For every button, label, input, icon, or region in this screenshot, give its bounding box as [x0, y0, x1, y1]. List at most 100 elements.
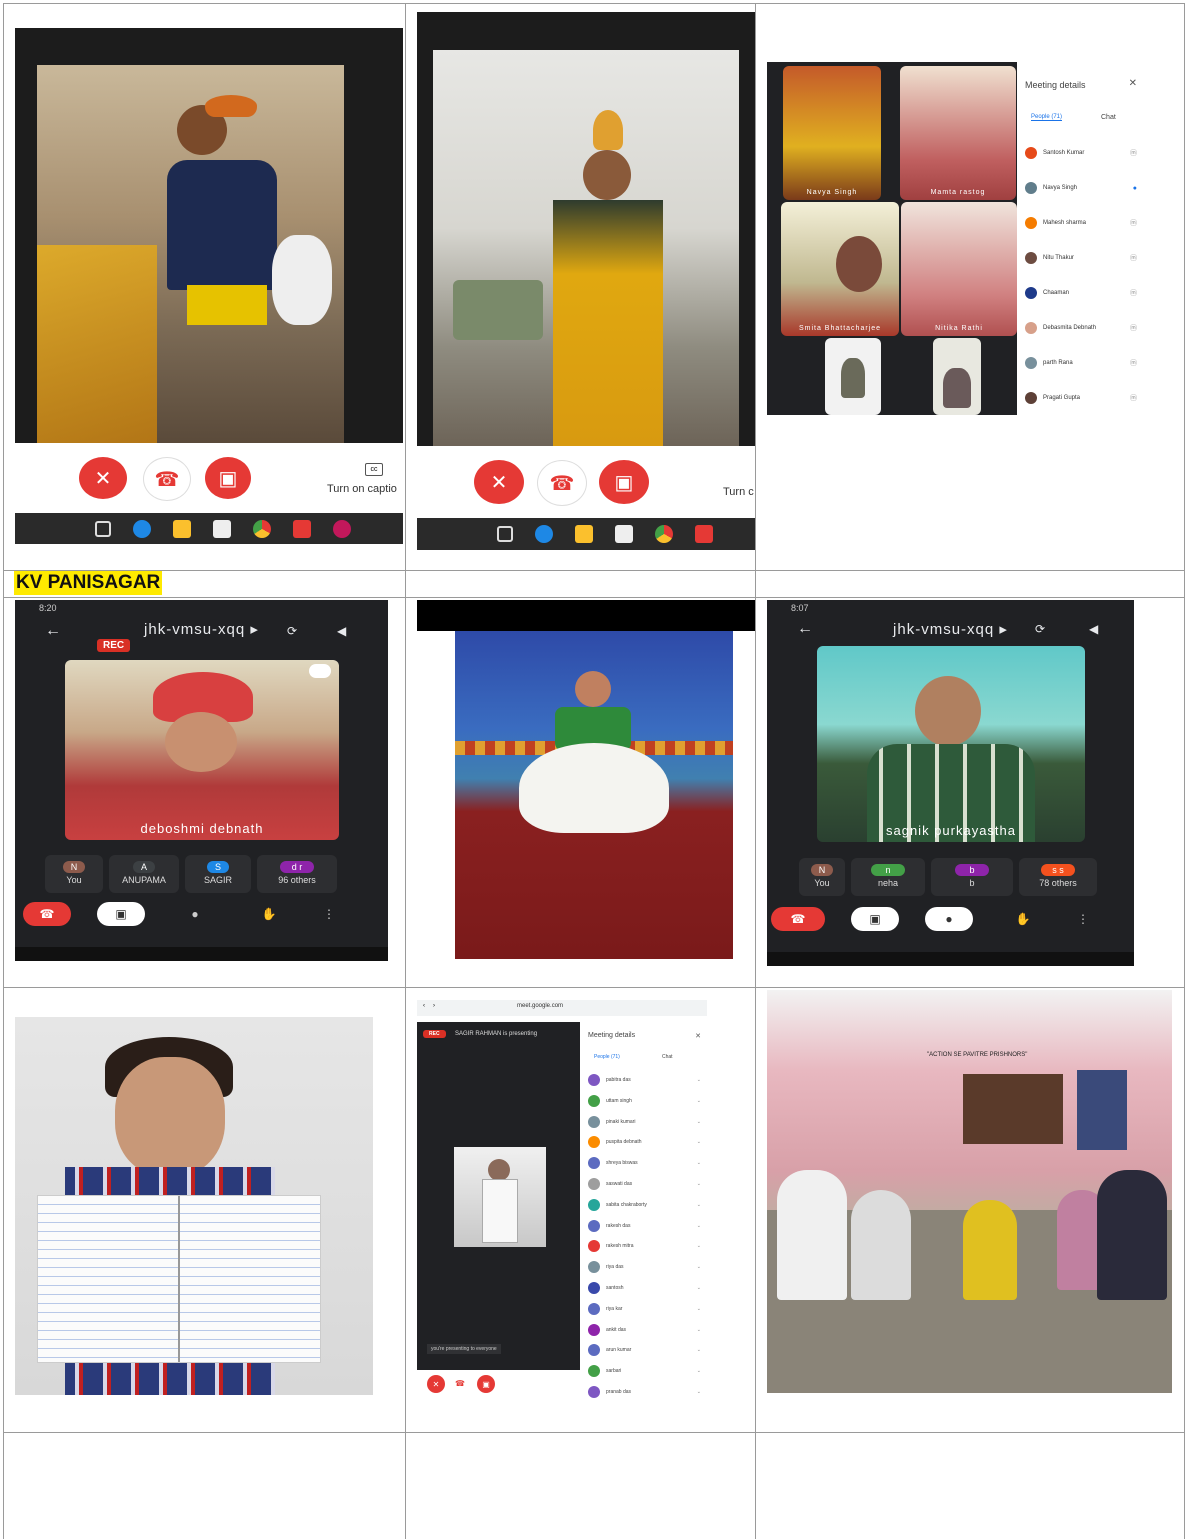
speaker-icon[interactable]: ◀: [1089, 622, 1098, 636]
participant-card[interactable]: N You: [45, 855, 103, 893]
camera-off-button[interactable]: ▣: [599, 460, 649, 504]
chevron-down-icon[interactable]: ⌄: [697, 1347, 701, 1353]
mic-off-button[interactable]: ✕: [427, 1375, 445, 1393]
participant-row[interactable]: Nitu Thakur ⓜ: [1025, 247, 1137, 269]
participant-row[interactable]: puspita debnath ⌄: [588, 1134, 701, 1150]
end-call-button[interactable]: ☎: [771, 907, 825, 931]
chevron-down-icon[interactable]: ⌄: [697, 1243, 701, 1249]
chevron-down-icon[interactable]: ⌄: [697, 1077, 701, 1083]
store-icon[interactable]: [615, 525, 633, 543]
participant-row[interactable]: shreya biswas ⌄: [588, 1155, 701, 1171]
participant-tile[interactable]: [933, 338, 981, 415]
participant-row[interactable]: parth Rana ⓜ: [1025, 352, 1137, 374]
meeting-code[interactable]: jhk-vmsu-xqq ▸: [15, 620, 388, 638]
participant-card[interactable]: A ANUPAMA: [109, 855, 179, 893]
participant-row[interactable]: pinaki kumari ⌄: [588, 1114, 701, 1130]
task-view-icon[interactable]: [497, 526, 513, 542]
participant-card[interactable]: N You: [799, 858, 845, 896]
recorder-icon[interactable]: [695, 525, 713, 543]
camera-toggle-button[interactable]: ▣: [97, 902, 145, 926]
participant-row[interactable]: Chaaman ⓜ: [1025, 282, 1137, 304]
participant-row[interactable]: riya das ⌄: [588, 1259, 701, 1275]
participant-card[interactable]: s s 78 others: [1019, 858, 1097, 896]
participant-row[interactable]: sabita chakraborty ⌄: [588, 1197, 701, 1213]
camera-off-button[interactable]: ▣: [477, 1375, 495, 1393]
mic-button[interactable]: ●: [171, 902, 219, 926]
edge-icon[interactable]: [133, 519, 151, 538]
chevron-down-icon[interactable]: ⌄: [697, 1202, 701, 1208]
more-options-icon[interactable]: ⋮: [1073, 907, 1093, 931]
participant-row[interactable]: rakesh mitra ⌄: [588, 1238, 701, 1254]
participant-tile[interactable]: Smita Bhattacharjee: [781, 202, 899, 336]
file-explorer-icon[interactable]: [173, 519, 191, 538]
speaker-icon[interactable]: ◀: [337, 624, 346, 638]
participant-row[interactable]: Pragati Gupta ⓜ: [1025, 387, 1137, 409]
tab-chat[interactable]: Chat: [1101, 114, 1116, 121]
end-call-button[interactable]: ☎: [537, 460, 587, 506]
mic-off-button[interactable]: ✕: [79, 457, 127, 499]
chevron-down-icon[interactable]: ⌄: [697, 1285, 701, 1291]
pin-icon[interactable]: [309, 664, 331, 678]
camera-toggle-button[interactable]: ▣: [851, 907, 899, 931]
forward-icon[interactable]: ›: [433, 1003, 435, 1009]
end-call-icon[interactable]: ☎: [455, 1379, 465, 1388]
chevron-down-icon[interactable]: ⌄: [697, 1264, 701, 1270]
participant-row[interactable]: Santosh Kumar ⓜ: [1025, 142, 1137, 164]
end-call-button[interactable]: ☎: [23, 902, 71, 926]
chevron-down-icon[interactable]: ⌄: [697, 1181, 701, 1187]
chevron-down-icon[interactable]: ⌄: [697, 1306, 701, 1312]
participant-row[interactable]: Navya Singh ●: [1025, 177, 1137, 199]
file-explorer-icon[interactable]: [575, 525, 593, 543]
participant-row[interactable]: Mahesh sharma ⓜ: [1025, 212, 1137, 234]
end-call-button[interactable]: ☎: [143, 457, 191, 501]
camera-off-button[interactable]: ▣: [205, 457, 251, 499]
participant-row[interactable]: riya kar ⌄: [588, 1301, 701, 1317]
more-options-icon[interactable]: ⋮: [319, 902, 339, 926]
close-icon[interactable]: ✕: [1129, 78, 1137, 89]
chevron-down-icon[interactable]: ⌄: [697, 1327, 701, 1333]
tab-people[interactable]: People (71): [1031, 114, 1063, 121]
raise-hand-button[interactable]: ✋: [245, 902, 293, 926]
participant-row[interactable]: pabitra das ⌄: [588, 1072, 701, 1088]
participant-tile[interactable]: [825, 338, 881, 415]
participant-row[interactable]: arun kumar ⌄: [588, 1342, 701, 1358]
meeting-code[interactable]: jhk-vmsu-xqq ▸: [767, 620, 1134, 638]
switch-camera-icon[interactable]: ⟳: [287, 624, 297, 638]
main-video-tile[interactable]: deboshmi debnath: [65, 660, 339, 840]
participant-row[interactable]: rakesh das ⌄: [588, 1218, 701, 1234]
captions-label[interactable]: Turn on captio: [327, 483, 397, 495]
participant-row[interactable]: uttam singh ⌄: [588, 1093, 701, 1109]
participant-row[interactable]: pranab das ⌄: [588, 1384, 701, 1400]
chevron-down-icon[interactable]: ⌄: [697, 1389, 701, 1395]
chevron-down-icon[interactable]: ⌄: [697, 1368, 701, 1374]
url-bar[interactable]: meet.google.com: [517, 1003, 563, 1009]
recorder-icon[interactable]: [293, 519, 311, 538]
chrome-alt-icon[interactable]: [333, 519, 351, 538]
mic-toggle-button[interactable]: ●: [925, 907, 973, 931]
chrome-icon[interactable]: [253, 519, 271, 538]
edge-icon[interactable]: [535, 525, 553, 543]
tab-chat[interactable]: Chat: [662, 1054, 673, 1060]
raise-hand-button[interactable]: ✋: [999, 907, 1047, 931]
chevron-down-icon[interactable]: ⌄: [697, 1139, 701, 1145]
participant-card[interactable]: d r 96 others: [257, 855, 337, 893]
switch-camera-icon[interactable]: ⟳: [1035, 622, 1045, 636]
participant-row[interactable]: sarbari ⌄: [588, 1363, 701, 1379]
participant-tile[interactable]: Navya Singh: [783, 66, 881, 200]
participant-card[interactable]: S SAGIR: [185, 855, 251, 893]
chrome-icon[interactable]: [655, 525, 673, 543]
participant-card[interactable]: bb: [931, 858, 1013, 896]
participant-row[interactable]: santosh ⌄: [588, 1280, 701, 1296]
participant-tile[interactable]: Mamta rastog: [900, 66, 1016, 200]
close-icon[interactable]: ✕: [695, 1032, 701, 1040]
participant-tile[interactable]: Nitika Rathi: [901, 202, 1017, 336]
participant-row[interactable]: saswati das ⌄: [588, 1176, 701, 1192]
main-video-tile[interactable]: sagnik purkayastha: [817, 646, 1085, 842]
task-view-icon[interactable]: [95, 520, 111, 537]
store-icon[interactable]: [213, 519, 231, 538]
participant-card[interactable]: n neha: [851, 858, 925, 896]
captions-icon[interactable]: cc: [365, 463, 383, 476]
tab-people[interactable]: People (71): [594, 1054, 620, 1060]
chevron-down-icon[interactable]: ⌄: [697, 1098, 701, 1104]
participant-row[interactable]: ankit das ⌄: [588, 1322, 701, 1338]
